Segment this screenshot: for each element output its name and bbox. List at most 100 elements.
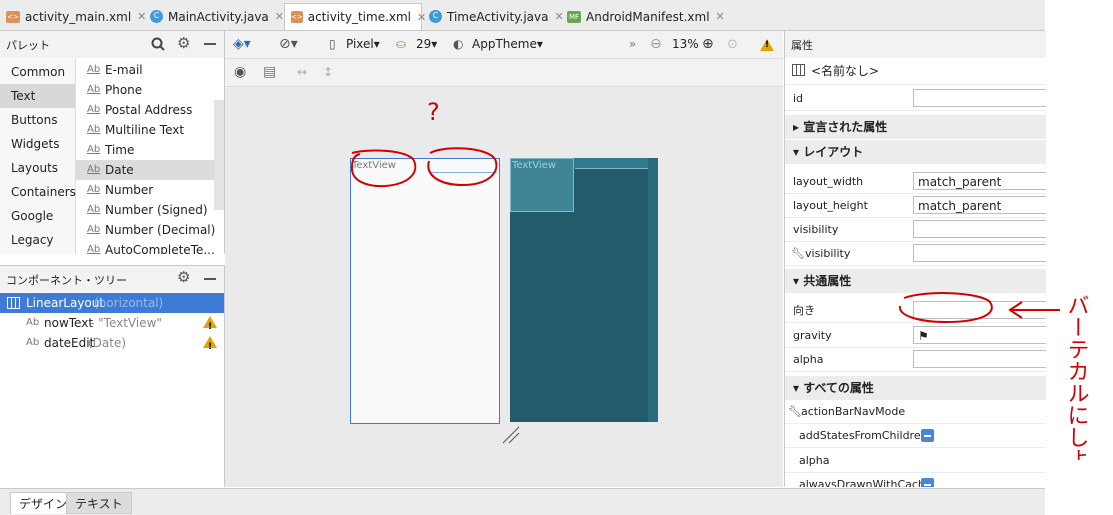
layout-height-input[interactable]: match_parent bbox=[913, 196, 1046, 214]
svg-text:バーテカルにしよう: バーテカルにしよう bbox=[1064, 294, 1089, 460]
warning-icon[interactable] bbox=[760, 39, 774, 51]
tree-node-detail: (horizontal) bbox=[94, 296, 164, 310]
attr-row-id: id bbox=[785, 87, 1046, 111]
category-google[interactable]: Google bbox=[0, 204, 75, 228]
palette-item[interactable]: Ab Multiline Text bbox=[76, 120, 214, 140]
tab-label: activity_time.xml bbox=[307, 10, 412, 24]
tree-row-dateedit[interactable]: Ab dateEdit (Date) bbox=[0, 333, 224, 357]
tab-label: MainActivity.java bbox=[168, 9, 269, 24]
palette-scrollbar[interactable] bbox=[214, 100, 224, 210]
palette-categories: Common Text Buttons Widgets Layouts Cont… bbox=[0, 58, 76, 254]
tab-label: TimeActivity.java bbox=[447, 9, 549, 24]
tab-label: AndroidManifest.xml bbox=[586, 9, 710, 24]
wrench-icon: 🔧︎ bbox=[788, 405, 802, 418]
tree-node-name: dateEdit bbox=[44, 336, 95, 350]
palette-items: Ab E-mail Ab Phone Ab Postal Address Ab Mult… bbox=[76, 58, 225, 254]
tab-time-activity[interactable]: C TimeActivity.java ✕ bbox=[429, 3, 564, 30]
component-name: <名前なし> bbox=[811, 64, 880, 78]
palette-item[interactable]: Ab Time bbox=[76, 140, 214, 160]
palette-title: パレット bbox=[6, 39, 50, 52]
tree-node-name: nowText bbox=[44, 316, 94, 330]
category-common[interactable]: Common bbox=[0, 60, 75, 84]
theme-dropdown[interactable]: AppTheme▾ bbox=[472, 31, 543, 58]
category-containers[interactable]: Containers bbox=[0, 180, 76, 204]
zoom-level: 13% bbox=[672, 37, 699, 51]
android-icon: ⛀ bbox=[396, 37, 407, 51]
visibility-input[interactable] bbox=[913, 220, 1046, 238]
section-declared-attributes[interactable]: ▸ 宣言された属性 bbox=[785, 115, 1046, 139]
close-icon[interactable]: ✕ bbox=[137, 10, 146, 23]
tab-label: activity_main.xml bbox=[25, 9, 132, 24]
category-buttons[interactable]: Buttons bbox=[0, 108, 75, 132]
warning-icon[interactable] bbox=[203, 316, 217, 337]
tab-activity-time[interactable]: <> activity_time.xml ✕ bbox=[284, 3, 426, 30]
palette-item[interactable]: Ab AutoCompleteTe... bbox=[76, 240, 215, 254]
tab-text[interactable]: テキスト bbox=[66, 492, 132, 514]
id-input[interactable] bbox=[913, 89, 1046, 107]
bottom-tab-bar: デザイン テキスト bbox=[0, 488, 1045, 515]
design-toolbar-secondary: ◉ ▤ ↔ ↕ bbox=[225, 59, 783, 87]
editor-tab-bar: <> activity_main.xml ✕ C MainActivity.ja… bbox=[0, 0, 1045, 31]
attr-row-alwaysdrawnwithcache: alwaysDrawnWithCache bbox=[785, 473, 1046, 487]
tab-main-activity[interactable]: C MainActivity.java ✕ bbox=[150, 3, 284, 30]
design-toolbar: ◈▾ ⊘▾ ▯ Pixel▾ ⛀ 29▾ ◐ AppTheme▾ » ⊖ 13%… bbox=[225, 31, 783, 59]
textview-icon: Ab bbox=[26, 317, 40, 328]
component-tree-header: コンポーネント・ツリー ⚙ bbox=[0, 265, 225, 293]
close-icon[interactable]: ✕ bbox=[716, 10, 725, 23]
tab-android-manifest[interactable]: MF AndroidManifest.xml ✕ bbox=[567, 3, 725, 30]
zoom-fit-icon[interactable]: ⊙ bbox=[727, 31, 738, 58]
attributes-title: 属性 bbox=[791, 39, 813, 52]
minimize-icon[interactable] bbox=[204, 278, 216, 280]
layers-icon[interactable]: ◈▾ bbox=[233, 31, 251, 58]
eye-icon[interactable]: ◉ bbox=[234, 59, 246, 86]
tree-node-detail: (Date) bbox=[88, 336, 127, 350]
tree-node-name: LinearLayout bbox=[26, 296, 105, 310]
vertical-arrows-icon[interactable]: ↕ bbox=[323, 59, 333, 86]
close-icon[interactable]: ✕ bbox=[555, 10, 564, 23]
category-widgets[interactable]: Widgets bbox=[0, 132, 75, 156]
component-name-row: <名前なし> bbox=[785, 58, 1046, 85]
checkbox-indeterminate[interactable] bbox=[921, 478, 934, 487]
palette-item[interactable]: Ab Number (Signed) bbox=[76, 200, 214, 220]
manifest-file-icon: MF bbox=[567, 10, 581, 23]
category-text[interactable]: Text bbox=[0, 84, 75, 108]
attributes-header: 属性 bbox=[784, 31, 1046, 59]
java-class-icon: C bbox=[429, 10, 442, 23]
horizontal-arrows-icon[interactable]: ↔ bbox=[297, 59, 307, 86]
minimize-icon[interactable] bbox=[204, 43, 216, 45]
device-dropdown[interactable]: Pixel▾ bbox=[346, 31, 380, 58]
xml-file-icon: <> bbox=[291, 11, 303, 23]
gear-icon[interactable]: ⚙ bbox=[177, 34, 190, 52]
palette-item[interactable]: Ab Phone bbox=[76, 80, 214, 100]
palette-item[interactable]: Ab Postal Address bbox=[76, 100, 214, 120]
zoom-in-icon[interactable]: ⊕ bbox=[702, 31, 714, 58]
palette-item[interactable]: Ab Number bbox=[76, 180, 214, 200]
close-icon[interactable]: ✕ bbox=[275, 10, 284, 23]
palette-item[interactable]: Ab E-mail bbox=[76, 60, 214, 80]
palette-item[interactable]: Ab Number (Decimal) bbox=[76, 220, 215, 240]
orientation-icon[interactable]: ⊘▾ bbox=[279, 31, 298, 58]
device-icon: ▯ bbox=[329, 37, 336, 51]
gear-icon[interactable]: ⚙ bbox=[177, 268, 190, 286]
zoom-out-icon[interactable]: ⊖ bbox=[650, 31, 662, 58]
java-class-icon: C bbox=[150, 10, 163, 23]
search-icon[interactable] bbox=[151, 37, 165, 51]
palette-item[interactable]: Ab Date bbox=[76, 160, 214, 180]
tree-row-nowtext[interactable]: Ab nowText - "TextView" bbox=[0, 313, 224, 337]
tab-activity-main[interactable]: <> activity_main.xml ✕ bbox=[6, 3, 146, 30]
design-canvas[interactable]: TextView TextView ? bbox=[225, 87, 783, 487]
linear-layout-icon bbox=[792, 64, 805, 76]
annotation-scribbles: ? bbox=[350, 98, 498, 188]
warning-icon[interactable] bbox=[203, 336, 217, 357]
close-icon[interactable]: ✕ bbox=[417, 11, 426, 24]
layout-width-input[interactable]: match_parent bbox=[913, 172, 1046, 190]
tree-node-detail: - "TextView" bbox=[90, 316, 162, 330]
api-level-dropdown[interactable]: 29▾ bbox=[416, 31, 437, 58]
blueprint-toggle-icon[interactable]: ▤ bbox=[263, 59, 276, 86]
category-layouts[interactable]: Layouts bbox=[0, 156, 75, 180]
section-layout[interactable]: ▾ レイアウト bbox=[785, 140, 1046, 164]
category-legacy[interactable]: Legacy bbox=[0, 228, 75, 252]
linear-layout-icon bbox=[7, 297, 20, 309]
tree-row-linearlayout[interactable]: LinearLayout (horizontal) bbox=[0, 293, 224, 313]
overflow-icon[interactable]: » bbox=[629, 31, 636, 58]
